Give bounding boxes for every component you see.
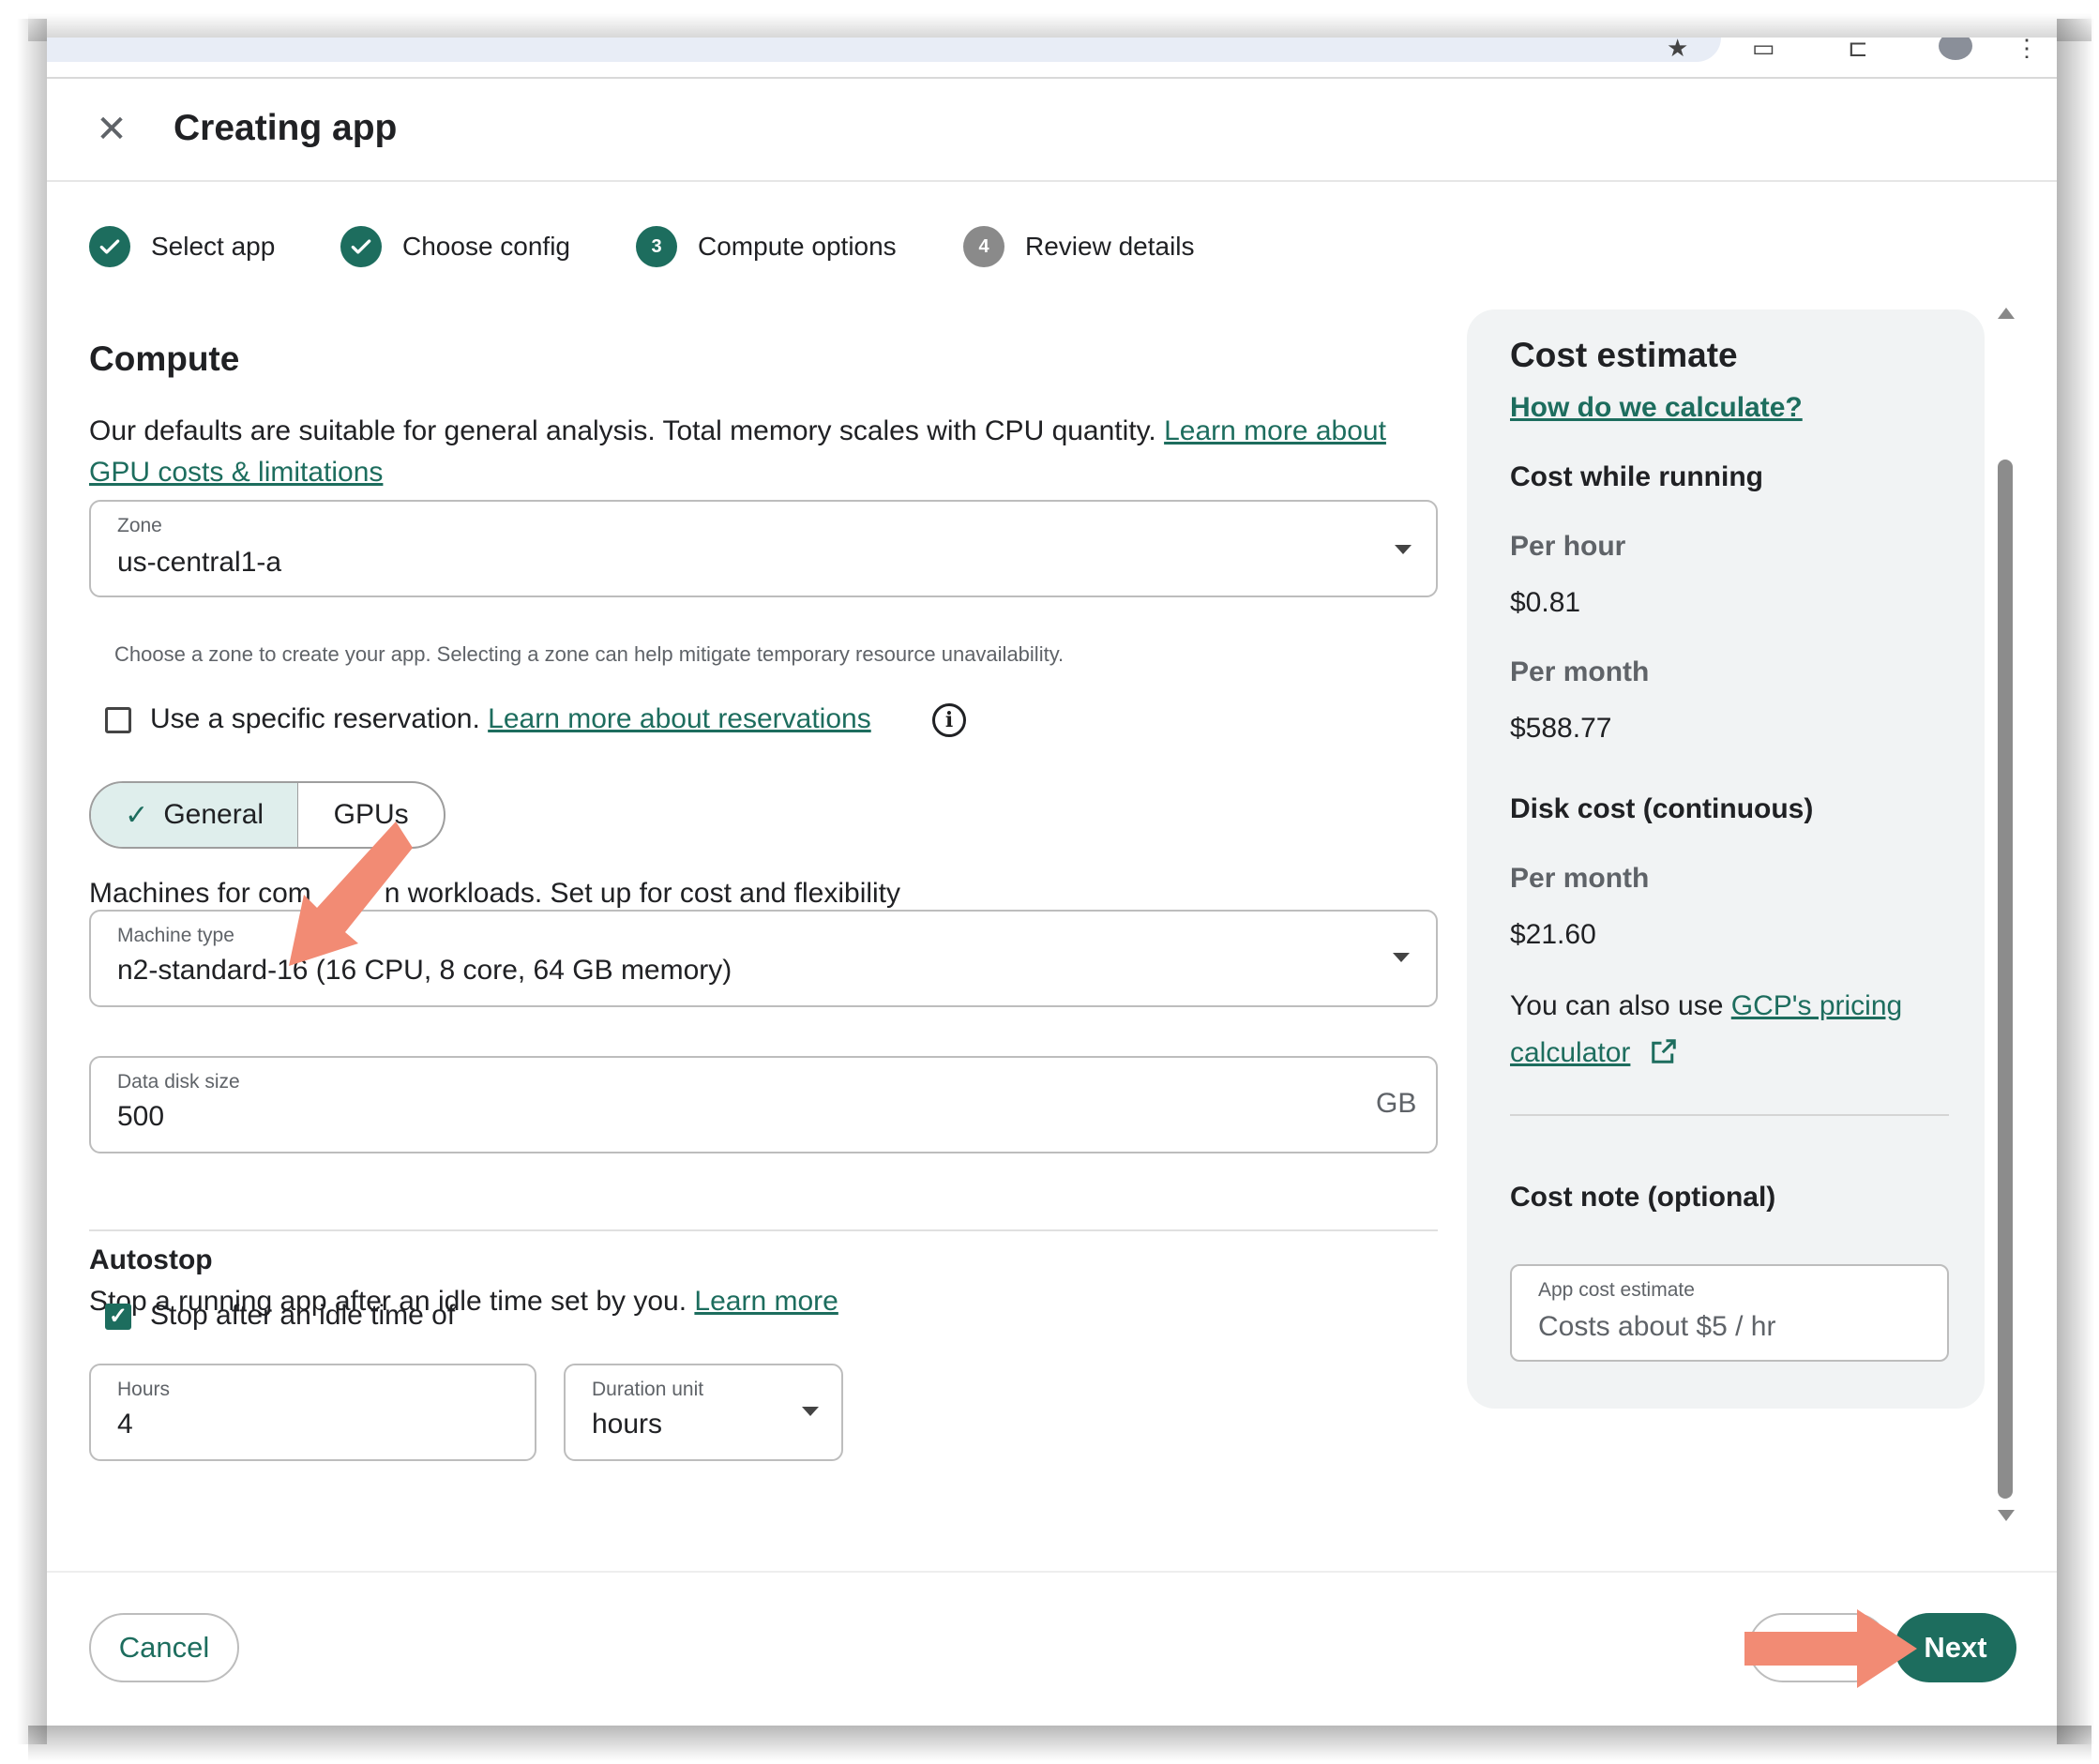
pricing-calculator-note: You can also use GCP's pricing calculato…	[1510, 983, 1951, 1077]
profile-avatar-icon[interactable]	[1939, 38, 1972, 60]
section-heading-autostop: Autostop	[89, 1244, 213, 1275]
browser-divider	[47, 77, 2057, 79]
pricing-note-text: You can also use	[1510, 990, 1724, 1021]
info-icon[interactable]: i	[932, 703, 966, 737]
compute-description: Our defaults are suitable for general an…	[89, 411, 1421, 493]
page-title: Creating app	[174, 108, 398, 148]
open-in-new-icon[interactable]	[1650, 1037, 1678, 1065]
duration-unit-select[interactable]: Duration unit hours	[564, 1364, 843, 1461]
step-label: Review details	[1025, 232, 1195, 261]
step-label: Compute options	[698, 232, 897, 261]
segment-general[interactable]: ✓ General	[91, 783, 299, 847]
tab-icon[interactable]: ▭	[1752, 38, 1775, 58]
disk-size-input[interactable]: Data disk size 500 GB	[89, 1056, 1438, 1153]
step-select-app[interactable]: Select app	[89, 225, 275, 268]
cost-note-heading: Cost note (optional)	[1510, 1182, 1776, 1213]
extension-icon[interactable]: ⊏	[1848, 38, 1868, 58]
hours-label: Hours	[117, 1379, 171, 1400]
frame-shadow-bottom	[28, 1726, 2091, 1761]
cost-running-heading: Cost while running	[1510, 461, 1763, 492]
disk-size-unit: GB	[1376, 1088, 1417, 1119]
cost-divider	[1510, 1114, 1949, 1116]
machine-type-label: Machine type	[117, 925, 234, 946]
step-label: Select app	[151, 232, 276, 261]
cost-note-input[interactable]: App cost estimate Costs about $5 / hr	[1510, 1264, 1949, 1362]
check-icon: ✓	[125, 799, 149, 831]
machine-type-value: n2-standard-16 (16 CPU, 8 core, 64 GB me…	[117, 955, 732, 986]
scroll-down-arrow-icon[interactable]	[1998, 1510, 2015, 1521]
hours-value: 4	[117, 1409, 133, 1440]
per-month-value: $588.77	[1510, 713, 1612, 744]
dropdown-arrow-icon	[1393, 953, 1410, 962]
machine-type-select[interactable]: Machine type n2-standard-16 (16 CPU, 8 c…	[89, 910, 1438, 1007]
zone-select[interactable]: Zone us-central1-a	[89, 500, 1438, 597]
reservation-checkbox[interactable]	[105, 707, 131, 733]
back-button[interactable]	[1748, 1613, 1889, 1682]
app-window: ★ ▭ ⊏ ⋮ ✕ Creating app Select app Choose…	[47, 38, 2057, 1726]
dropdown-arrow-icon	[1395, 545, 1412, 554]
step-label: Choose config	[402, 232, 571, 261]
disk-size-label: Data disk size	[117, 1071, 240, 1093]
zone-helper-text: Choose a zone to create your app. Select…	[114, 642, 1065, 666]
bookmark-star-icon[interactable]: ★	[1667, 38, 1688, 58]
machines-desc-part-a: Machines for com	[89, 878, 311, 909]
per-hour-value: $0.81	[1510, 587, 1581, 618]
autostop-checkbox[interactable]: ✓	[105, 1304, 131, 1330]
step-review-details[interactable]: 4 Review details	[963, 225, 1195, 268]
address-bar[interactable]	[47, 38, 1721, 62]
reservations-link[interactable]: Learn more about reservations	[488, 703, 871, 734]
disk-per-month-value: $21.60	[1510, 919, 1596, 950]
machines-desc-part-b: n workloads. Set up for cost and flexibi…	[384, 878, 901, 909]
autostop-checkbox-label: Stop after an idle time of	[150, 1300, 456, 1331]
header-divider	[47, 180, 2057, 182]
per-hour-label: Per hour	[1510, 531, 1626, 562]
screenshot-frame: ★ ▭ ⊏ ⋮ ✕ Creating app Select app Choose…	[0, 0, 2099, 1764]
scroll-up-arrow-icon[interactable]	[1998, 308, 2015, 319]
per-month-label: Per month	[1510, 656, 1650, 687]
hours-input[interactable]: Hours 4	[89, 1364, 536, 1461]
duration-unit-label: Duration unit	[592, 1379, 704, 1400]
check-circle-icon	[340, 226, 382, 267]
section-divider	[89, 1229, 1438, 1231]
zone-label: Zone	[117, 515, 162, 536]
disk-size-value: 500	[117, 1101, 165, 1132]
cost-estimate-panel: Cost estimate How do we calculate? Cost …	[1467, 309, 1985, 1409]
dropdown-arrow-icon	[802, 1407, 819, 1416]
scrollbar-thumb[interactable]	[1998, 460, 2013, 1499]
section-heading-compute: Compute	[89, 339, 240, 378]
step-choose-config[interactable]: Choose config	[340, 225, 570, 268]
step-number: 4	[963, 226, 1004, 267]
disk-cost-heading: Disk cost (continuous)	[1510, 793, 1814, 824]
cost-estimate-title: Cost estimate	[1510, 336, 1738, 374]
check-circle-icon	[89, 226, 130, 267]
machines-description: Machines for com n workloads. Set up for …	[89, 878, 900, 910]
cost-note-placeholder: Costs about $5 / hr	[1538, 1311, 1776, 1342]
duration-unit-value: hours	[592, 1409, 663, 1440]
frame-shadow-right	[2057, 19, 2094, 1744]
compute-description-text: Our defaults are suitable for general an…	[89, 415, 1156, 446]
frame-shadow-left	[17, 19, 47, 1744]
segment-gpus[interactable]: GPUs	[298, 783, 444, 847]
close-icon[interactable]: ✕	[90, 108, 133, 151]
step-number: 3	[636, 226, 677, 267]
cost-note-label: App cost estimate	[1538, 1279, 1695, 1301]
machine-category-toggle: ✓ General GPUs	[89, 781, 445, 849]
next-button[interactable]: Next	[1895, 1613, 2016, 1682]
autostop-learn-more-link[interactable]: Learn more	[694, 1286, 838, 1317]
more-vert-icon[interactable]: ⋮	[2015, 38, 2039, 58]
browser-toolbar: ★ ▭ ⊏ ⋮	[47, 38, 2057, 64]
reservation-label: Use a specific reservation. Learn more a…	[150, 703, 871, 735]
how-calculate-link[interactable]: How do we calculate?	[1510, 392, 1803, 424]
disk-per-month-label: Per month	[1510, 863, 1650, 894]
segment-general-label: General	[163, 799, 264, 830]
footer-divider	[47, 1571, 2057, 1573]
reservation-text: Use a specific reservation.	[150, 703, 480, 734]
step-compute-options[interactable]: 3 Compute options	[636, 225, 897, 268]
zone-value: us-central1-a	[117, 547, 282, 578]
cancel-button[interactable]: Cancel	[89, 1613, 239, 1682]
